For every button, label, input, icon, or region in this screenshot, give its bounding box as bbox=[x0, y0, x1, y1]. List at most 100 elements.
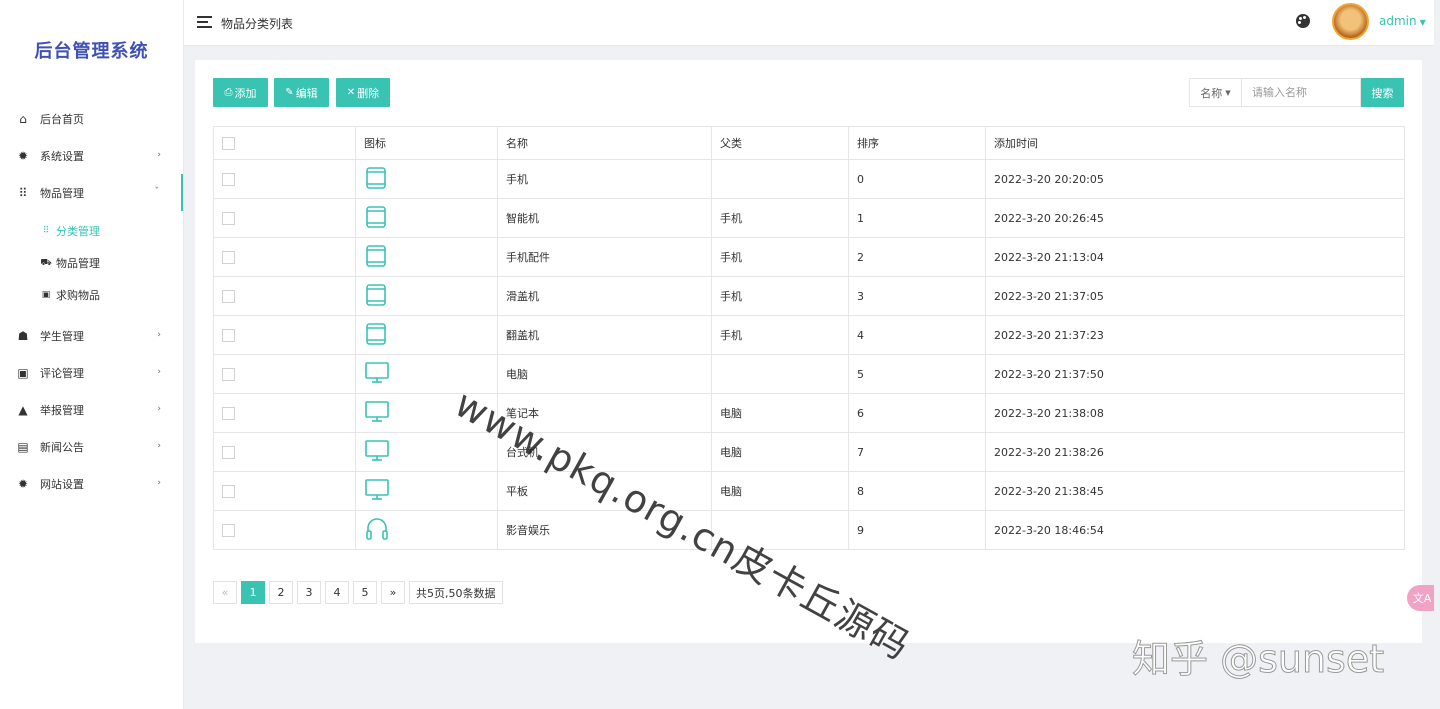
row-checkbox[interactable] bbox=[222, 367, 235, 381]
scrollbar[interactable] bbox=[1434, 0, 1440, 709]
search-field-select[interactable]: 名称 ▼ bbox=[1189, 78, 1242, 107]
tablet-icon bbox=[364, 244, 388, 271]
submenu-item-wanted[interactable]: ▣ 求购物品 bbox=[0, 279, 183, 311]
row-time: 2022-3-20 21:37:23 bbox=[985, 315, 1405, 355]
row-checkbox[interactable] bbox=[222, 523, 235, 537]
page-button-2[interactable]: 2 bbox=[269, 581, 293, 604]
translate-button[interactable]: 文A bbox=[1407, 585, 1437, 611]
row-select-cell bbox=[213, 159, 356, 199]
row-icon-cell bbox=[355, 354, 498, 394]
sidebar-item-label: 后台首页 bbox=[40, 112, 84, 126]
sidebar-item-students[interactable]: ☗ 学生管理 › bbox=[0, 317, 183, 354]
sidebar-item-label: 学生管理 bbox=[40, 329, 84, 343]
delete-button[interactable]: ✕ 删除 bbox=[336, 78, 390, 107]
submenu-item-goods[interactable]: ⛟ 物品管理 bbox=[0, 247, 183, 279]
row-icon-cell bbox=[355, 393, 498, 433]
sidebar-item-label: 举报管理 bbox=[40, 403, 84, 417]
edit-button[interactable]: ✎ 编辑 bbox=[274, 78, 329, 107]
sidebar-item-site-settings[interactable]: ✹ 网站设置 › bbox=[0, 465, 183, 502]
search-button[interactable]: 搜索 bbox=[1361, 78, 1404, 107]
next-page-button[interactable]: » bbox=[381, 581, 405, 604]
sidebar-item-label: 评论管理 bbox=[40, 366, 84, 380]
add-button[interactable]: ⎙ 添加 bbox=[213, 78, 268, 107]
select-all-cell bbox=[213, 126, 356, 160]
row-select-cell bbox=[213, 471, 356, 511]
row-parent bbox=[711, 354, 849, 394]
caret-down-icon: ▼ bbox=[1225, 88, 1231, 97]
sidebar-item-home[interactable]: ⌂ 后台首页 bbox=[0, 100, 183, 137]
avatar[interactable] bbox=[1332, 3, 1369, 40]
row-checkbox[interactable] bbox=[222, 289, 235, 303]
row-name: 滑盖机 bbox=[497, 276, 712, 316]
monitor-icon bbox=[364, 400, 390, 427]
sidebar-item-goods-management[interactable]: ⠿ 物品管理 ˇ bbox=[0, 174, 183, 211]
row-sort: 1 bbox=[848, 198, 986, 238]
table-row[interactable]: 滑盖机 手机 3 2022-3-20 21:37:05 bbox=[213, 276, 1405, 316]
search-input[interactable] bbox=[1242, 78, 1361, 107]
row-name: 笔记本 bbox=[497, 393, 712, 433]
sidebar-item-label: 新闻公告 bbox=[40, 440, 84, 454]
row-checkbox[interactable] bbox=[222, 445, 235, 459]
warning-icon: ▲ bbox=[18, 402, 28, 417]
select-all-checkbox[interactable] bbox=[222, 136, 235, 150]
comment-icon: ▣ bbox=[17, 365, 29, 380]
sidebar-item-news[interactable]: ▤ 新闻公告 › bbox=[0, 428, 183, 465]
table-row[interactable]: 笔记本 电脑 6 2022-3-20 21:38:08 bbox=[213, 393, 1405, 433]
row-time: 2022-3-20 21:37:50 bbox=[985, 354, 1405, 394]
users-icon: ☗ bbox=[17, 328, 29, 343]
table-row[interactable]: 翻盖机 手机 4 2022-3-20 21:37:23 bbox=[213, 315, 1405, 355]
page-button-3[interactable]: 3 bbox=[297, 581, 321, 604]
tablet-icon bbox=[364, 283, 388, 310]
category-table: 图标 名称 父类 排序 添加时间 手机 0 2022-3-20 20:20:05 智能… bbox=[213, 126, 1405, 550]
sidebar-item-system-settings[interactable]: ✹ 系统设置 › bbox=[0, 137, 183, 174]
submenu-item-label: 求购物品 bbox=[56, 289, 100, 302]
row-parent: 电脑 bbox=[711, 432, 849, 472]
table-row[interactable]: 影音娱乐 9 2022-3-20 18:46:54 bbox=[213, 510, 1405, 550]
sidebar-item-label: 网站设置 bbox=[40, 477, 84, 491]
row-icon-cell bbox=[355, 510, 498, 550]
row-icon-cell bbox=[355, 159, 498, 199]
row-parent bbox=[711, 159, 849, 199]
monitor-icon bbox=[364, 478, 390, 505]
row-icon-cell bbox=[355, 198, 498, 238]
sidebar: 后台管理系统 ⌂ 后台首页 ✹ 系统设置 › ⠿ 物品管理 ˇ ⠿ 分类管理 ⛟ bbox=[0, 0, 184, 709]
table-row[interactable]: 手机配件 手机 2 2022-3-20 21:13:04 bbox=[213, 237, 1405, 277]
row-time: 2022-3-20 20:26:45 bbox=[985, 198, 1405, 238]
gear-icon: ✹ bbox=[17, 148, 29, 163]
sidebar-item-reports[interactable]: ▲ 举报管理 › bbox=[0, 391, 183, 428]
row-select-cell bbox=[213, 315, 356, 355]
chevron-down-icon: ˇ bbox=[154, 187, 160, 197]
sidebar-item-label: 系统设置 bbox=[40, 149, 84, 163]
submenu-item-category[interactable]: ⠿ 分类管理 bbox=[0, 215, 183, 247]
table-row[interactable]: 电脑 5 2022-3-20 21:37:50 bbox=[213, 354, 1405, 394]
caret-down-icon: ▼ bbox=[1419, 18, 1426, 27]
sidebar-item-comments[interactable]: ▣ 评论管理 › bbox=[0, 354, 183, 391]
row-name: 电脑 bbox=[497, 354, 712, 394]
row-sort: 9 bbox=[848, 510, 986, 550]
row-checkbox[interactable] bbox=[222, 211, 235, 225]
palette-icon[interactable] bbox=[1296, 14, 1310, 28]
table-row[interactable]: 平板 电脑 8 2022-3-20 21:38:45 bbox=[213, 471, 1405, 511]
row-select-cell bbox=[213, 432, 356, 472]
table-row[interactable]: 台式机 电脑 7 2022-3-20 21:38:26 bbox=[213, 432, 1405, 472]
tablet-icon bbox=[364, 166, 388, 193]
add-icon: ⎙ bbox=[224, 87, 233, 98]
row-checkbox[interactable] bbox=[222, 484, 235, 498]
menu-toggle-icon[interactable] bbox=[197, 16, 212, 28]
page-button-4[interactable]: 4 bbox=[325, 581, 349, 604]
row-checkbox[interactable] bbox=[222, 328, 235, 342]
prev-page-button[interactable]: « bbox=[213, 581, 237, 604]
table-row[interactable]: 智能机 手机 1 2022-3-20 20:26:45 bbox=[213, 198, 1405, 238]
pencil-icon: ✎ bbox=[285, 87, 294, 98]
username: admin bbox=[1379, 14, 1417, 28]
table-row[interactable]: 手机 0 2022-3-20 20:20:05 bbox=[213, 159, 1405, 199]
column-header-sort: 排序 bbox=[848, 126, 986, 160]
row-checkbox[interactable] bbox=[222, 406, 235, 420]
row-checkbox[interactable] bbox=[222, 250, 235, 264]
page-button-1[interactable]: 1 bbox=[241, 581, 265, 604]
tablet-icon bbox=[364, 205, 388, 232]
monitor-icon bbox=[364, 361, 390, 388]
page-button-5[interactable]: 5 bbox=[353, 581, 377, 604]
user-menu[interactable]: admin ▼ bbox=[1379, 14, 1426, 28]
row-checkbox[interactable] bbox=[222, 172, 235, 186]
